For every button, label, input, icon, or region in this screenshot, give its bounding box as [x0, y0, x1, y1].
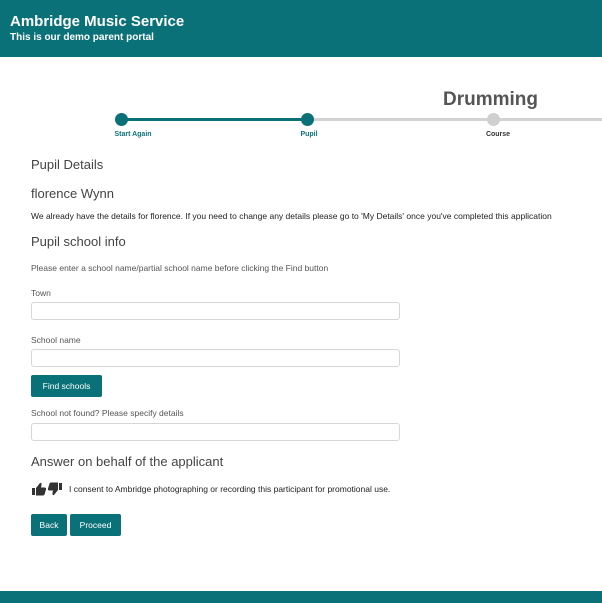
school-not-found-label: School not found? Please specify details	[31, 408, 184, 418]
step-course-label: Course	[485, 131, 511, 138]
pupil-name: florence Wynn	[31, 186, 114, 201]
site-subtitle: This is our demo parent portal	[10, 32, 154, 43]
site-footer	[0, 591, 602, 603]
proceed-button[interactable]: Proceed	[70, 514, 121, 536]
step-start-again-label[interactable]: Start Again	[114, 131, 151, 138]
step-pupil-dot	[301, 113, 314, 126]
school-info-heading: Pupil school info	[31, 234, 126, 249]
progress-track-remaining	[308, 118, 602, 121]
school-not-found-input[interactable]	[31, 423, 400, 441]
course-title: Drumming	[443, 89, 538, 110]
find-schools-button[interactable]: Find schools	[31, 375, 102, 397]
step-course-dot	[487, 113, 500, 126]
pupil-details-info: We already have the details for florence…	[31, 211, 552, 221]
school-name-label: School name	[31, 335, 81, 345]
school-search-instructions: Please enter a school name/partial schoo…	[31, 263, 329, 273]
step-pupil-label: Pupil	[300, 131, 318, 138]
school-name-input[interactable]	[31, 349, 400, 367]
town-label: Town	[31, 288, 51, 298]
site-title: Ambridge Music Service	[10, 13, 185, 30]
consent-text: I consent to Ambridge photographing or r…	[69, 484, 391, 494]
town-input[interactable]	[31, 302, 400, 320]
consent-heading: Answer on behalf of the applicant	[31, 454, 224, 469]
step-start-again-dot[interactable]	[115, 113, 128, 126]
pupil-details-heading: Pupil Details	[31, 157, 104, 172]
thumbs-up-down-icon[interactable]	[31, 482, 63, 496]
back-button[interactable]: Back	[31, 514, 67, 536]
site-header: Ambridge Music Service This is our demo …	[0, 0, 602, 57]
progress-track-complete	[121, 118, 308, 121]
progress-steps: Start Again Pupil Course	[0, 112, 602, 142]
